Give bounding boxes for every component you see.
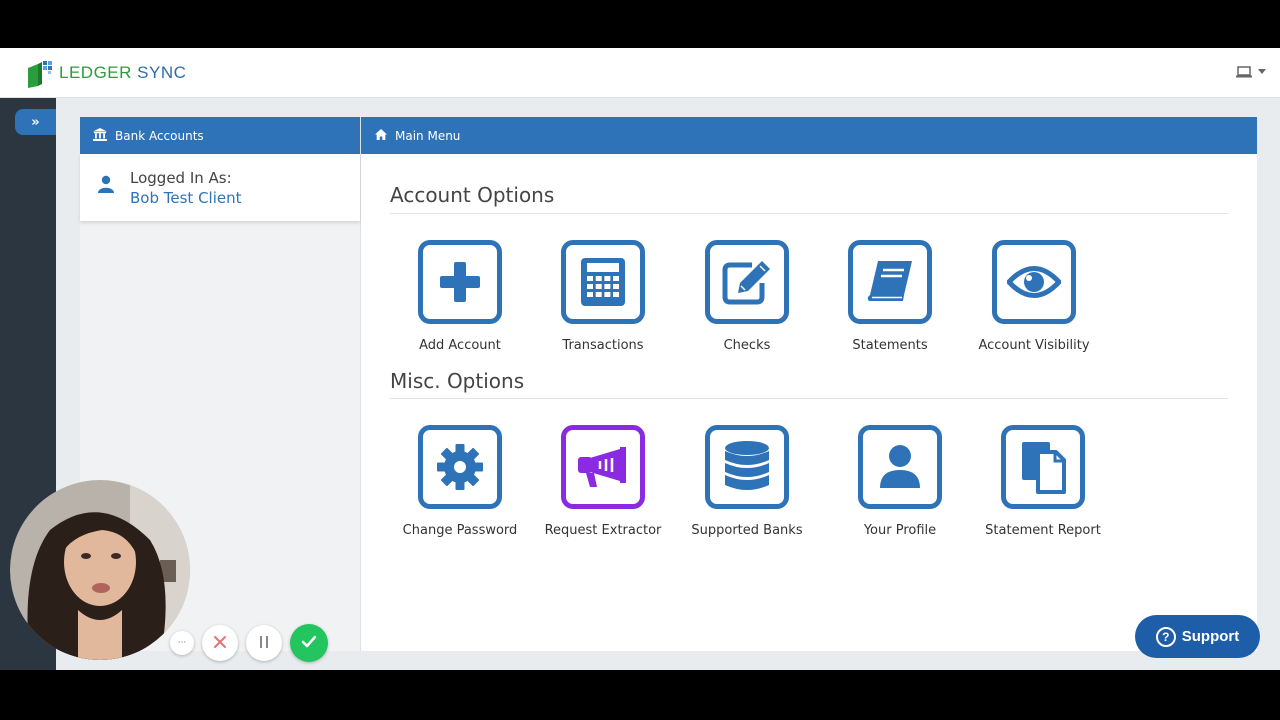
ledger-sync-logo-icon (25, 58, 55, 88)
finish-recording-button[interactable] (290, 624, 328, 662)
account-visibility-label: Account Visibility (978, 338, 1090, 353)
top-bar: LEDGER SYNC (0, 48, 1280, 98)
pause-recording-button[interactable] (246, 625, 282, 661)
plus-icon (418, 240, 502, 324)
account-visibility-tile[interactable]: Account Visibility (964, 240, 1104, 353)
user-icon (98, 175, 114, 197)
logged-in-user-name[interactable]: Bob Test Client (130, 189, 242, 207)
app-window: LEDGER SYNC » Bank Accounts Logged In As… (0, 48, 1280, 670)
change-password-tile[interactable]: Change Password (390, 425, 530, 538)
calculator-icon (561, 240, 645, 324)
checks-tile[interactable]: Checks (677, 240, 817, 353)
supported-banks-tile[interactable]: Supported Banks (677, 425, 817, 538)
checks-label: Checks (723, 338, 771, 353)
cancel-recording-button[interactable] (202, 625, 238, 661)
database-icon (705, 425, 789, 509)
ellipsis-icon: ··· (177, 638, 187, 648)
check-icon (301, 634, 317, 653)
section-divider (390, 398, 1228, 399)
support-label: Support (1181, 628, 1240, 645)
device-menu[interactable] (1236, 66, 1266, 78)
transactions-label: Transactions (562, 338, 644, 353)
logged-in-box: Logged In As: Bob Test Client (80, 154, 360, 221)
logo-text: LEDGER SYNC (59, 63, 186, 83)
letterbox-bottom (0, 670, 1280, 720)
statement-report-tile[interactable]: Statement Report (973, 425, 1113, 538)
section-divider (390, 213, 1228, 214)
home-icon (375, 128, 387, 143)
request-extractor-tile[interactable]: Request Extractor (533, 425, 673, 538)
add-account-tile[interactable]: Add Account (390, 240, 530, 353)
caret-down-icon (1258, 69, 1266, 75)
webcam-overlay (10, 480, 190, 660)
question-circle-icon: ? (1155, 626, 1176, 647)
laptop-icon (1236, 66, 1252, 78)
your-profile-tile[interactable]: Your Profile (830, 425, 970, 538)
main-menu-header: Main Menu (361, 117, 1257, 154)
sidebar-toggle-button[interactable]: » (15, 109, 56, 135)
supported-banks-label: Supported Banks (691, 523, 803, 538)
eye-icon (992, 240, 1076, 324)
logo-text-ledger: LEDGER (59, 63, 132, 82)
main-menu-panel: Main Menu Account Options Add Account Tr… (361, 117, 1257, 651)
your-profile-label: Your Profile (863, 523, 937, 538)
letterbox-top (0, 0, 1280, 48)
double-chevron-right-icon: » (31, 114, 40, 130)
misc-options-title: Misc. Options (390, 369, 525, 393)
edit-icon (705, 240, 789, 324)
user-icon (858, 425, 942, 509)
documents-icon (1001, 425, 1085, 509)
statement-report-label: Statement Report (985, 523, 1101, 538)
logo[interactable]: LEDGER SYNC (25, 58, 186, 88)
statements-label: Statements (852, 338, 928, 353)
logged-in-label: Logged In As: (130, 169, 232, 187)
more-options-button[interactable]: ··· (170, 631, 194, 655)
statements-tile[interactable]: Statements (820, 240, 960, 353)
gear-icon (418, 425, 502, 509)
transactions-tile[interactable]: Transactions (533, 240, 673, 353)
bank-accounts-title: Bank Accounts (115, 128, 204, 143)
book-icon (848, 240, 932, 324)
bank-accounts-header[interactable]: Bank Accounts (80, 117, 360, 154)
close-icon (213, 634, 227, 653)
logo-text-sync: SYNC (137, 63, 187, 82)
account-options-title: Account Options (390, 183, 555, 207)
change-password-label: Change Password (402, 523, 518, 538)
bank-icon (93, 127, 107, 144)
request-extractor-label: Request Extractor (544, 523, 662, 538)
megaphone-icon (561, 425, 645, 509)
add-account-label: Add Account (419, 338, 501, 353)
recording-controls: ··· (170, 624, 328, 662)
pause-icon (258, 634, 270, 653)
main-menu-title: Main Menu (395, 128, 461, 143)
support-button[interactable]: ? Support (1135, 615, 1260, 658)
